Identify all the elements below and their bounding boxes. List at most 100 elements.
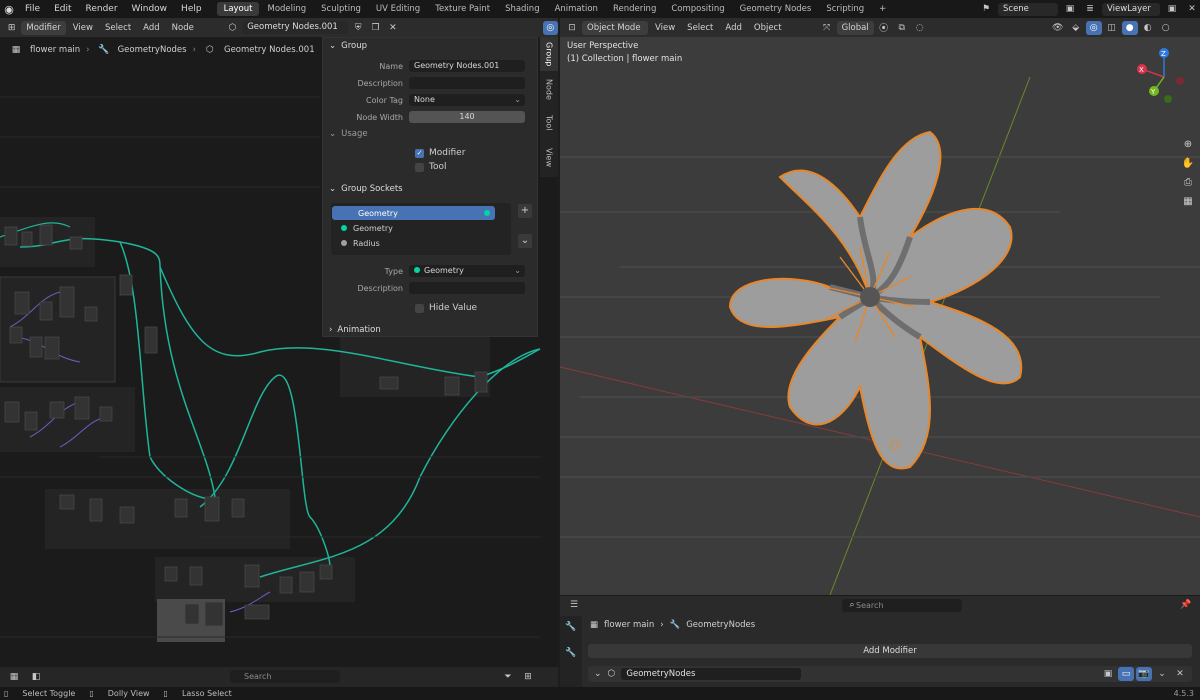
xray-icon[interactable]: ◫ bbox=[1104, 21, 1120, 35]
view-layer-browse-icon[interactable]: ▣ bbox=[1164, 2, 1180, 16]
modifier-menu-icon[interactable]: ⌄ bbox=[1154, 667, 1170, 681]
menu-select[interactable]: Select bbox=[100, 21, 136, 35]
color-tag-dropdown[interactable]: None ⌄ bbox=[409, 94, 525, 106]
pan-hand-icon[interactable]: ✋ bbox=[1182, 158, 1194, 169]
tab-texture-paint[interactable]: Texture Paint bbox=[428, 2, 497, 16]
close-icon[interactable]: ✕ bbox=[1172, 667, 1188, 681]
menu-view[interactable]: View bbox=[68, 21, 98, 35]
tab-modeling[interactable]: Modeling bbox=[260, 2, 313, 16]
tab-scripting[interactable]: Scripting bbox=[819, 2, 871, 16]
object-mode-dropdown[interactable]: Object Mode bbox=[582, 20, 648, 35]
editor-type-icon[interactable]: ☰ bbox=[566, 598, 582, 612]
edit-mode-icon[interactable]: ▣ bbox=[1100, 667, 1116, 681]
socket-item[interactable]: Geometry bbox=[331, 221, 511, 235]
tab-uv-editing[interactable]: UV Editing bbox=[369, 2, 427, 16]
tool-checkbox[interactable] bbox=[415, 162, 424, 172]
visibility-icon[interactable]: 👁 bbox=[1050, 21, 1066, 35]
rendered-shading-icon[interactable]: ○ bbox=[1158, 21, 1174, 35]
tab-group[interactable]: Group bbox=[540, 37, 558, 71]
gizmo-icon[interactable]: ⬙ bbox=[1068, 21, 1084, 35]
menu-node[interactable]: Node bbox=[167, 21, 199, 35]
menu-file[interactable]: File bbox=[18, 0, 47, 18]
pivot-icon[interactable]: ⦿ bbox=[876, 21, 892, 35]
tab-compositing[interactable]: Compositing bbox=[664, 2, 731, 16]
tab-geometry-nodes[interactable]: Geometry Nodes bbox=[733, 2, 819, 16]
copy-icon[interactable]: ❐ bbox=[368, 21, 383, 35]
menu-render[interactable]: Render bbox=[79, 0, 125, 18]
modifier-name-field[interactable]: GeometryNodes bbox=[621, 668, 802, 680]
render-display-icon[interactable]: 📷 bbox=[1136, 667, 1152, 681]
tool-tab-icon[interactable]: 🔧 bbox=[563, 620, 579, 634]
modifier-checkbox[interactable]: ✓ bbox=[415, 148, 424, 158]
hide-value-checkbox[interactable] bbox=[415, 303, 424, 313]
view-layer-field[interactable]: ViewLayer bbox=[1102, 2, 1160, 16]
name-field[interactable]: Geometry Nodes.001 bbox=[409, 60, 525, 72]
editor-type-icon[interactable]: ⊞ bbox=[4, 21, 19, 35]
tab-rendering[interactable]: Rendering bbox=[606, 2, 663, 16]
menu-view[interactable]: View bbox=[650, 21, 680, 35]
add-workspace-icon[interactable]: + bbox=[872, 2, 893, 16]
usage-section-header[interactable]: ⌄ Usage bbox=[323, 126, 539, 142]
group-sockets-header[interactable]: ⌄ Group Sockets bbox=[323, 181, 539, 197]
zoom-icon[interactable]: ⊕ bbox=[1184, 139, 1192, 150]
node-group-field[interactable]: Geometry Nodes.001 bbox=[242, 21, 349, 34]
menu-edit[interactable]: Edit bbox=[47, 0, 78, 18]
proportional-edit-icon[interactable]: ◌ bbox=[912, 21, 928, 35]
close-view-layer-icon[interactable]: ✕ bbox=[1184, 2, 1200, 16]
camera-icon[interactable]: ⎙ bbox=[1184, 177, 1192, 188]
tab-node[interactable]: Node bbox=[540, 73, 558, 105]
menu-select[interactable]: Select bbox=[682, 21, 718, 35]
description-field[interactable] bbox=[409, 77, 525, 89]
fake-user-icon[interactable]: ⛨ bbox=[350, 21, 365, 35]
modifier-tab-icon[interactable]: 🔧 bbox=[563, 646, 579, 660]
overlays-icon[interactable]: ◎ bbox=[1085, 20, 1102, 35]
pin-icon[interactable]: 📌 bbox=[1178, 598, 1194, 612]
menu-help[interactable]: Help bbox=[174, 0, 209, 18]
socket-description-field[interactable] bbox=[409, 282, 525, 294]
chevron-down-icon[interactable]: ⌄ bbox=[594, 669, 602, 679]
node-tree-type-dropdown[interactable]: Modifier bbox=[21, 20, 66, 35]
status-lasso-select: Lasso Select bbox=[181, 689, 232, 698]
3d-viewport[interactable]: User Perspective (1) Collection | flower… bbox=[560, 37, 1200, 595]
editor-type-icon[interactable]: ▦ bbox=[6, 670, 22, 684]
filter-icon[interactable]: ⏷ bbox=[500, 670, 516, 684]
snap-icon[interactable]: ⧉ bbox=[894, 21, 910, 35]
viewport-display-icon[interactable]: ▭ bbox=[1118, 667, 1134, 681]
tab-tool[interactable]: Tool bbox=[540, 107, 558, 139]
blender-logo-icon[interactable]: ◉ bbox=[0, 0, 18, 18]
scene-field[interactable]: Scene bbox=[998, 2, 1058, 16]
solid-shading-icon[interactable]: ● bbox=[1121, 20, 1138, 35]
tab-animation[interactable]: Animation bbox=[548, 2, 605, 16]
scene-browse-icon[interactable]: ▣ bbox=[1062, 2, 1078, 16]
navigation-gizmo[interactable]: Z X Y bbox=[1132, 45, 1196, 109]
orientation-dropdown[interactable]: Global bbox=[836, 20, 874, 35]
socket-item[interactable]: Radius bbox=[331, 236, 511, 250]
menu-add[interactable]: Add bbox=[138, 21, 164, 35]
menu-window[interactable]: Window bbox=[125, 0, 175, 18]
animation-section-header[interactable]: › Animation bbox=[323, 322, 539, 338]
tab-sculpting[interactable]: Sculpting bbox=[314, 2, 368, 16]
editor-type-icon[interactable]: ⊡ bbox=[564, 21, 580, 35]
display-mode-icon[interactable]: ◧ bbox=[28, 670, 44, 684]
add-socket-icon[interactable]: + bbox=[518, 204, 532, 218]
viewport-header: ⊡ Object Mode View Select Add Object ⤧ G… bbox=[560, 18, 1200, 37]
grid-toggle-icon[interactable]: ▦ bbox=[1183, 196, 1192, 207]
node-search-input[interactable]: Search bbox=[230, 670, 340, 683]
tab-view[interactable]: View bbox=[540, 141, 558, 173]
group-section-header[interactable]: ⌄ Group bbox=[323, 38, 539, 54]
overlay-icon[interactable]: ◎ bbox=[542, 20, 558, 35]
tab-layout[interactable]: Layout bbox=[216, 2, 260, 16]
menu-object[interactable]: Object bbox=[749, 21, 787, 35]
socket-item[interactable]: Geometry bbox=[332, 206, 495, 220]
socket-type-dropdown[interactable]: Geometry ⌄ bbox=[409, 265, 525, 277]
chevron-down-icon[interactable]: ⌄ bbox=[518, 234, 532, 248]
material-shading-icon[interactable]: ◐ bbox=[1140, 21, 1156, 35]
node-width-field[interactable]: 140 bbox=[409, 111, 525, 123]
unlink-icon[interactable]: ✕ bbox=[385, 21, 400, 35]
new-icon[interactable]: ⊞ bbox=[520, 670, 536, 684]
properties-search-input[interactable]: Search bbox=[842, 599, 962, 612]
menu-add[interactable]: Add bbox=[720, 21, 746, 35]
geometry-socket-icon bbox=[414, 267, 420, 273]
add-modifier-button[interactable]: Add Modifier bbox=[588, 644, 1192, 658]
tab-shading[interactable]: Shading bbox=[498, 2, 547, 16]
